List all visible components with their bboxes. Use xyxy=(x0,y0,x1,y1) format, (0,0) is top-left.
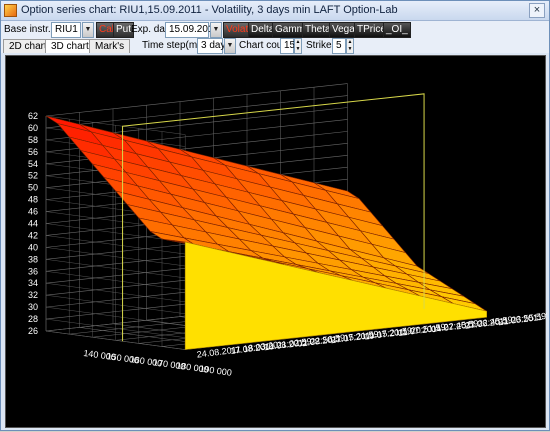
toolbar: Base instr.: RIU1 ▼ Call Put Exp. date 1… xyxy=(1,21,549,39)
option-series-window: Option series chart: RIU1,15.09.2011 - V… xyxy=(0,0,550,431)
surface-chart-svg[interactable]: 6260585654525048464442403836343230282614… xyxy=(6,56,550,429)
z-tick-label: 40 xyxy=(28,242,38,252)
z-tick-label: 26 xyxy=(28,326,38,336)
base-instr-label: Base instr.: xyxy=(4,24,54,35)
strikes-field[interactable]: 5 xyxy=(332,38,346,54)
z-tick-label: 50 xyxy=(28,183,38,193)
z-tick-label: 48 xyxy=(28,195,38,205)
time-step-dropdown-icon[interactable]: ▼ xyxy=(224,38,236,54)
z-tick-label: 60 xyxy=(28,123,38,133)
exp-date-field[interactable]: 15.09.2011 xyxy=(165,22,218,38)
z-tick-label: 44 xyxy=(28,219,38,229)
volatility-surface xyxy=(45,115,488,350)
z-tick-label: 38 xyxy=(28,254,38,264)
title-bar: Option series chart: RIU1,15.09.2011 - V… xyxy=(1,1,549,21)
close-button[interactable]: × xyxy=(529,3,545,18)
z-tick-label: 54 xyxy=(28,159,38,169)
chart-count-spinner-icon[interactable]: ▲ ▼ xyxy=(294,38,302,54)
strike-tick-label: 190 000 xyxy=(199,363,233,377)
z-tick-label: 46 xyxy=(28,207,38,217)
app-icon xyxy=(4,4,17,17)
tab-bar: 2D chart 3D chart Mark's Time step(min):… xyxy=(1,38,549,54)
exp-date-dropdown-icon[interactable]: ▼ xyxy=(210,22,222,38)
z-tick-label: 30 xyxy=(28,302,38,312)
chart-count-field[interactable]: 15 xyxy=(280,38,295,54)
z-tick-label: 28 xyxy=(28,314,38,324)
base-instr-dropdown-icon[interactable]: ▼ xyxy=(82,22,94,38)
grid-line xyxy=(45,83,348,117)
tab-marks[interactable]: Mark's xyxy=(89,39,131,53)
window-title: Option series chart: RIU1,15.09.2011 - V… xyxy=(21,4,398,16)
z-tick-label: 34 xyxy=(28,278,38,288)
oi-button[interactable]: _OI_ xyxy=(383,22,411,38)
z-tick-label: 52 xyxy=(28,171,38,181)
z-tick-label: 62 xyxy=(28,111,38,121)
time-step-field[interactable]: 3 days xyxy=(197,38,230,54)
chart-3d-area[interactable]: 62 60 58 56 54 52 50 48 46 44 42 40 38 36 34 32 30 28 26 14… xyxy=(5,55,550,429)
z-tick-label: 36 xyxy=(28,266,38,276)
z-tick-label: 32 xyxy=(28,290,38,300)
base-instr-field[interactable]: RIU1 xyxy=(51,22,81,38)
strikes-spinner-icon[interactable]: ▲ ▼ xyxy=(346,38,354,54)
z-tick-label: 58 xyxy=(28,135,38,145)
z-tick-label: 56 xyxy=(28,147,38,157)
tab-3d-chart[interactable]: 3D chart xyxy=(45,39,95,53)
z-tick-label: 42 xyxy=(28,230,38,240)
grid-line xyxy=(45,95,348,129)
